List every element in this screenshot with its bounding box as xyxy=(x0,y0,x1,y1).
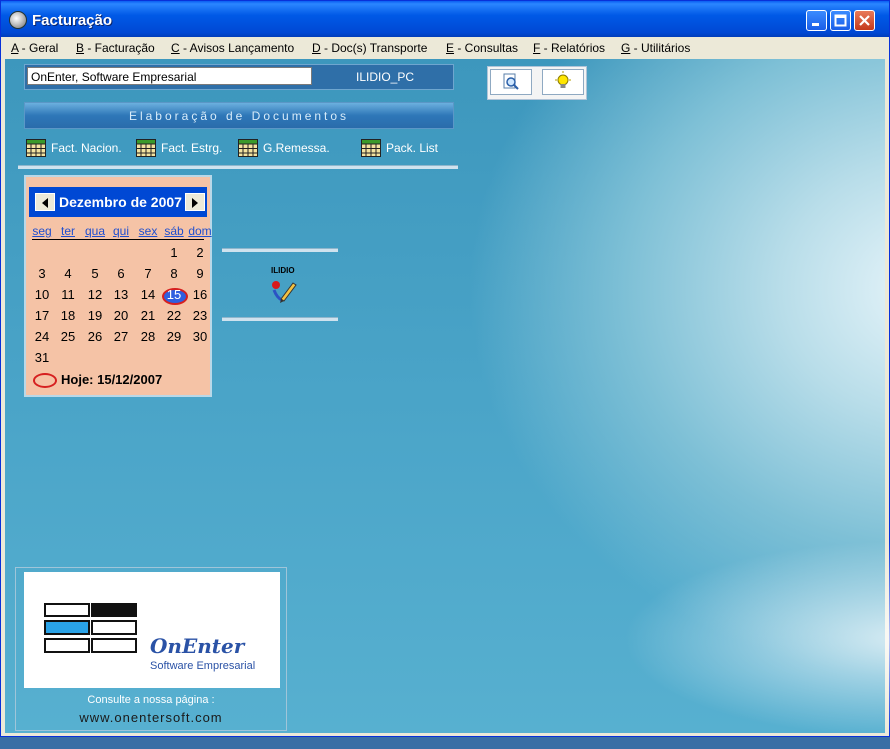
menu-avisos-lancamento[interactable]: C - Avisos Lançamento xyxy=(171,41,294,55)
banner-title: Elaboração de Documentos xyxy=(128,109,350,123)
weekday-dom: dom xyxy=(188,224,212,238)
logo-brand: OnEnter xyxy=(150,634,245,658)
main-window: Facturação A - Geral B - Facturação C - … xyxy=(0,0,890,749)
calendar-day[interactable]: 13 xyxy=(108,287,134,302)
grid-icon xyxy=(361,139,381,157)
calendar-day[interactable]: 15 xyxy=(161,287,187,302)
menu-consultas[interactable]: E - Consultas xyxy=(446,41,518,55)
tips-button[interactable] xyxy=(542,69,584,95)
document-search-icon xyxy=(503,73,519,90)
calendar-day[interactable]: 9 xyxy=(187,266,213,281)
window-title: Facturação xyxy=(32,12,113,29)
separator xyxy=(222,317,338,321)
grid-icon xyxy=(26,139,46,157)
calendar-day[interactable]: 6 xyxy=(108,266,134,281)
menu-geral[interactable]: A - Geral xyxy=(11,41,58,55)
logo-area: OnEnter Software Empresarial xyxy=(24,572,280,688)
calendar-day[interactable]: 25 xyxy=(55,329,81,344)
link-pack-list[interactable]: Pack. List xyxy=(361,139,438,159)
search-document-button[interactable] xyxy=(490,69,532,95)
calendar-day[interactable]: 19 xyxy=(82,308,108,323)
calendar-day[interactable]: 28 xyxy=(135,329,161,344)
minimize-button[interactable] xyxy=(806,10,827,31)
arrow-right-icon xyxy=(192,198,198,208)
next-month-button[interactable] xyxy=(185,193,205,211)
weekday-ter: ter xyxy=(60,224,75,238)
today-label[interactable]: Hoje: 15/12/2007 xyxy=(61,372,162,387)
computer-name-label: ILIDIO_PC xyxy=(355,70,415,84)
grid-icon xyxy=(238,139,258,157)
company-name-field[interactable]: OnEnter, Software Empresarial xyxy=(27,67,312,85)
maximize-icon xyxy=(834,14,847,27)
menu-relatorios[interactable]: F - Relatórios xyxy=(533,41,605,55)
calendar-day[interactable]: 17 xyxy=(29,308,55,323)
menu-utilitarios[interactable]: G - Utilitários xyxy=(621,41,690,55)
weekday-seg: seg xyxy=(32,224,52,238)
calendar-day[interactable]: 27 xyxy=(108,329,134,344)
menu-bar: A - Geral B - Facturação C - Avisos Lanç… xyxy=(1,37,889,59)
user-name-label: ILIDIO xyxy=(271,266,295,275)
calendar-day[interactable]: 22 xyxy=(161,308,187,323)
weekday-sab: sáb xyxy=(164,224,184,238)
calendar: Dezembro de 2007 seg ter qua qui sex sáb… xyxy=(24,175,212,397)
weekday-qua: qua xyxy=(84,224,106,238)
calendar-day[interactable]: 8 xyxy=(161,266,187,281)
calendar-day[interactable]: 24 xyxy=(29,329,55,344)
calendar-day[interactable]: 10 xyxy=(29,287,55,302)
documents-banner: Elaboração de Documentos xyxy=(24,102,454,129)
calendar-day[interactable]: 11 xyxy=(55,287,81,302)
onenter-logo-icon xyxy=(44,603,137,653)
link-g-remessa[interactable]: G.Remessa. xyxy=(238,139,330,159)
weekday-underline xyxy=(32,239,204,240)
arrow-left-icon xyxy=(42,198,48,208)
calendar-day[interactable]: 30 xyxy=(187,329,213,344)
prev-month-button[interactable] xyxy=(35,193,55,211)
app-globe-icon[interactable] xyxy=(9,11,27,29)
close-icon xyxy=(859,15,870,26)
calendar-month-title: Dezembro de 2007 xyxy=(59,194,182,210)
calendar-day[interactable]: 4 xyxy=(55,266,81,281)
link-fact-nacion[interactable]: Fact. Nacion. xyxy=(26,139,122,159)
close-button[interactable] xyxy=(854,10,875,31)
user-tile[interactable]: ILIDIO xyxy=(225,249,341,321)
calendar-day[interactable]: 12 xyxy=(82,287,108,302)
logo-panel: OnEnter Software Empresarial Consulte a … xyxy=(15,567,287,731)
toolbar-box xyxy=(487,66,587,100)
website-link[interactable]: www.onentersoft.com xyxy=(16,710,286,725)
title-bar[interactable]: Facturação xyxy=(1,1,889,37)
client-area: OnEnter, Software Empresarial ILIDIO_PC xyxy=(5,59,890,749)
calendar-day[interactable]: 29 xyxy=(161,329,187,344)
calendar-day[interactable]: 23 xyxy=(187,308,213,323)
user-edit-icon xyxy=(272,281,297,303)
weekday-qui: qui xyxy=(112,224,129,238)
calendar-day[interactable]: 2 xyxy=(187,245,213,260)
calendar-day[interactable]: 14 xyxy=(135,287,161,302)
calendar-day[interactable]: 21 xyxy=(135,308,161,323)
lightbulb-icon xyxy=(555,71,571,88)
calendar-day[interactable]: 20 xyxy=(108,308,134,323)
calendar-header: Dezembro de 2007 xyxy=(29,187,207,217)
calendar-day[interactable]: 3 xyxy=(29,266,55,281)
menu-facturacao[interactable]: B - Facturação xyxy=(76,41,155,55)
calendar-day[interactable]: 18 xyxy=(55,308,81,323)
weekday-sex: sex xyxy=(138,224,158,238)
visit-label: Consulte a nossa página : xyxy=(87,694,215,706)
calendar-day[interactable]: 1 xyxy=(161,245,187,260)
menu-docs-transporte[interactable]: D - Doc(s) Transporte xyxy=(312,41,427,55)
calendar-day[interactable]: 7 xyxy=(135,266,161,281)
logo-subtitle: Software Empresarial xyxy=(150,660,256,672)
calendar-day[interactable]: 16 xyxy=(187,287,213,302)
calendar-day[interactable]: 31 xyxy=(29,350,55,365)
today-ring-icon xyxy=(33,373,57,388)
calendar-day[interactable]: 5 xyxy=(82,266,108,281)
calendar-day[interactable]: 26 xyxy=(82,329,108,344)
minimize-icon xyxy=(812,23,819,26)
grid-icon xyxy=(136,139,156,157)
separator xyxy=(18,165,458,169)
link-fact-estrg[interactable]: Fact. Estrg. xyxy=(136,139,222,159)
company-bar: OnEnter, Software Empresarial ILIDIO_PC xyxy=(24,64,454,90)
maximize-button[interactable] xyxy=(830,10,851,31)
